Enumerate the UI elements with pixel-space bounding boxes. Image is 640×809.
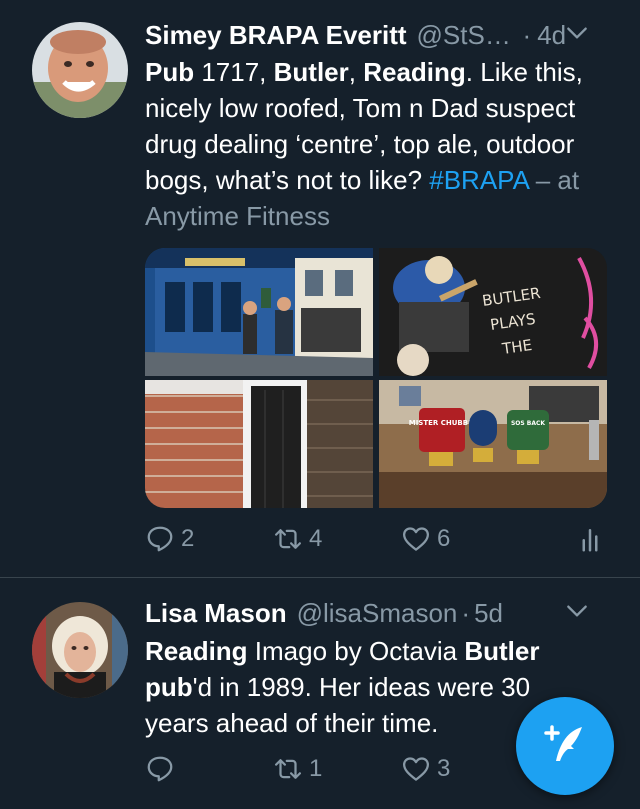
reply-button[interactable]: 2 [145,524,194,554]
mural-photo[interactable]: BUTLER PLAYS THE [379,248,607,376]
like-icon [403,527,429,551]
like-count: 6 [437,525,451,552]
highlight-pub: pub [145,672,193,702]
reply-icon [147,756,173,782]
retweet-button[interactable]: 1 [273,754,322,784]
text-segment: , [348,57,364,87]
analytics-button[interactable] [575,524,611,554]
analytics-icon [582,529,598,552]
retweet-button[interactable]: 4 [273,524,322,554]
text-segment: 'd in 1989. Her ideas were 30 years ahea… [145,672,531,738]
tweet-text: Reading Imago by Octavia Butler pub'd in… [145,633,585,741]
retweet-count: 1 [309,755,323,782]
retweet-icon [275,529,301,549]
tweet-actions: 2 4 6 [145,524,615,560]
highlight-butler: Butler [273,57,349,87]
username[interactable]: @StSimey [417,20,517,51]
display-name[interactable]: Simey BRAPA Everitt [145,20,407,51]
compose-tweet-icon [544,725,582,761]
reply-button[interactable] [145,754,181,784]
like-count: 3 [437,755,451,782]
highlight-butler: Butler [464,636,540,666]
pump-label: MISTER CHUBB'S [409,419,476,427]
brick-doorway-photo[interactable] [145,380,373,508]
retweet-icon [275,759,301,779]
timestamp[interactable]: 4d [537,20,566,51]
text-segment: Imago by Octavia [247,636,465,666]
tweet-header: Lisa Mason @lisaSmason · 5d [145,598,620,630]
separator-dot: · [522,20,532,50]
retweet-count: 4 [309,525,323,552]
photo-grid: BUTLER PLAYS THE MISTER CHUBB'S SOS BACK [145,248,607,508]
timestamp[interactable]: 5d [474,598,503,629]
highlight-reading: Reading [145,636,248,666]
like-button[interactable]: 3 [401,754,450,784]
bar-pumps-photo[interactable]: MISTER CHUBB'S SOS BACK [379,380,607,508]
tweet-text: Pub 1717, Butler, Reading. Like this, ni… [145,54,605,234]
avatar[interactable] [32,602,128,698]
compose-tweet-button[interactable] [516,697,614,795]
pub-exterior-photo[interactable] [145,248,373,376]
reply-icon [147,526,173,552]
chevron-down-icon[interactable] [564,20,590,46]
like-icon [403,757,429,781]
highlight-reading: Reading [363,57,466,87]
separator-dot: · [461,598,471,628]
pump-label: SOS BACK [511,420,545,427]
like-button[interactable]: 6 [401,524,450,554]
hashtag-link[interactable]: #BRAPA [429,165,528,195]
text-segment: 1717, [194,57,274,87]
avatar[interactable] [32,22,128,118]
highlight-pub: Pub [145,57,195,87]
chevron-down-icon[interactable] [564,598,590,624]
reply-count: 2 [181,525,195,552]
username[interactable]: @lisaSmason [297,598,458,629]
tweet-header: Simey BRAPA Everitt @StSimey · 4d [145,20,620,52]
display-name[interactable]: Lisa Mason [145,598,287,629]
